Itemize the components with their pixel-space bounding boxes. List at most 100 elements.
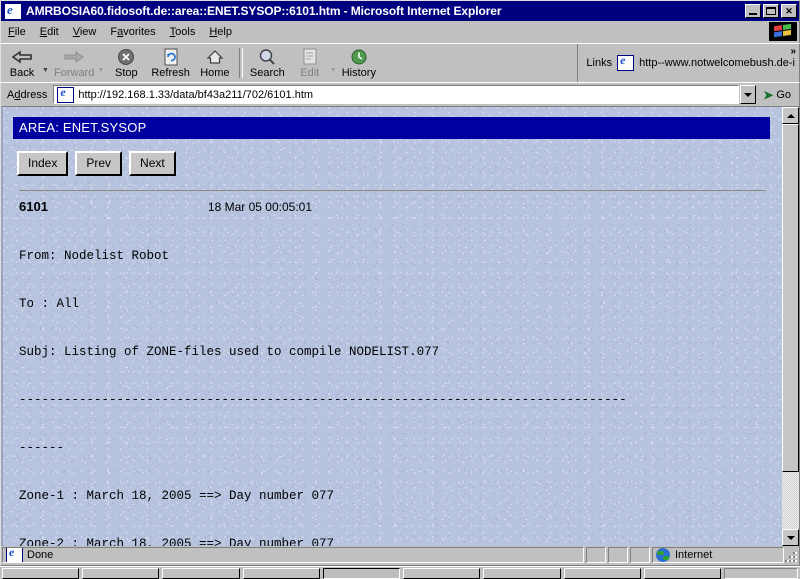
links-bar: Links http--www.notwelcomebush.de-i » — [577, 44, 799, 82]
stop-button[interactable]: Stop — [105, 44, 147, 80]
search-button[interactable]: Search — [246, 44, 289, 80]
scroll-up-arrow-icon — [786, 113, 795, 118]
taskbar-item[interactable] — [82, 568, 160, 579]
taskbar-item[interactable] — [162, 568, 240, 579]
taskbar — [0, 566, 800, 579]
message-line: From: Nodelist Robot — [19, 249, 170, 263]
taskbar-item[interactable] — [483, 568, 561, 579]
links-label: Links — [586, 57, 613, 69]
edit-button[interactable]: Edit — [289, 44, 331, 80]
chevron-down-icon — [744, 92, 753, 97]
message-line: Subj: Listing of ZONE-files used to comp… — [19, 345, 440, 359]
globe-icon — [656, 548, 670, 562]
taskbar-item[interactable] — [563, 568, 641, 579]
edit-dropdown-icon[interactable]: ▼ — [329, 53, 338, 74]
taskbar-item-active[interactable] — [322, 568, 401, 579]
go-arrow-icon: ➤ — [763, 87, 774, 102]
back-button[interactable]: Back — [1, 44, 43, 80]
history-button[interactable]: History — [338, 44, 380, 80]
status-bar: Done Internet — [0, 546, 800, 566]
toolbar-separator — [238, 48, 243, 78]
taskbar-item[interactable] — [643, 568, 721, 579]
refresh-icon — [163, 47, 179, 67]
message-date: 18 Mar 05 00:05:01 — [207, 200, 312, 214]
status-text: Done — [27, 549, 54, 561]
message-line: Zone-2 : March 18, 2005 ==> Day number 0… — [19, 537, 335, 546]
history-icon — [350, 47, 368, 67]
menu-item-edit[interactable]: Edit — [33, 24, 66, 40]
address-value: http://192.168.1.33/data/bf43a211/702/61… — [78, 88, 314, 101]
prev-button-top[interactable]: Prev — [75, 151, 123, 176]
message-line: Zone-1 : March 18, 2005 ==> Day number 0… — [19, 489, 335, 503]
taskbar-item[interactable] — [403, 568, 481, 579]
ie-document-icon — [617, 53, 635, 71]
message-line: ----------------------------------------… — [19, 393, 627, 407]
window-title: AMRBOSIA60.fidosoft.de::area::ENET.SYSOP… — [26, 4, 502, 18]
scroll-track[interactable] — [782, 124, 799, 529]
message-body: From: Nodelist Robot To : All Subj: List… — [13, 216, 770, 546]
security-zone-panel[interactable]: Internet — [652, 547, 784, 563]
home-button[interactable]: Home — [194, 44, 236, 80]
menu-item-favorites[interactable]: Favorites — [103, 24, 162, 40]
scroll-up-button[interactable] — [782, 107, 799, 124]
back-arrow-icon — [11, 47, 33, 67]
home-icon — [206, 47, 224, 67]
area-heading: AREA: ENET.SYSOP — [13, 117, 770, 139]
forward-arrow-icon — [63, 47, 85, 67]
close-button[interactable]: ✕ — [781, 4, 797, 18]
minimize-button[interactable] — [745, 4, 761, 18]
edit-label: Edit — [300, 66, 320, 79]
vertical-scroll-thumb[interactable] — [782, 124, 799, 473]
search-label: Search — [249, 66, 285, 79]
ie-document-icon — [6, 548, 23, 562]
address-input[interactable]: http://192.168.1.33/data/bf43a211/702/61… — [53, 85, 740, 104]
status-message-panel: Done — [2, 547, 584, 563]
menu-item-view[interactable]: View — [66, 24, 104, 40]
status-panel-c — [630, 547, 650, 563]
window-controls: ✕ — [745, 4, 797, 18]
address-dropdown-button[interactable] — [740, 85, 757, 104]
taskbar-item[interactable] — [242, 568, 320, 579]
status-panel-a — [586, 547, 606, 563]
link-item-notwelcomebush[interactable]: http--www.notwelcomebush.de-i — [639, 57, 795, 69]
menu-item-file[interactable]: File — [1, 24, 33, 40]
vertical-scrollbar[interactable] — [782, 106, 799, 546]
refresh-label: Refresh — [151, 66, 190, 79]
forward-label: Forward — [54, 66, 95, 79]
taskbar-tray[interactable] — [724, 568, 798, 579]
go-button[interactable]: ➤ Go — [756, 88, 797, 102]
next-button-top[interactable]: Next — [129, 151, 176, 176]
index-button-top[interactable]: Index — [17, 151, 69, 176]
scroll-down-arrow-icon — [786, 535, 795, 540]
security-zone-label: Internet — [675, 549, 713, 561]
refresh-button[interactable]: Refresh — [147, 44, 194, 80]
content-area: AREA: ENET.SYSOP Index Prev Next 6101 18… — [0, 106, 800, 546]
menu-item-help[interactable]: Help — [202, 24, 239, 40]
divider-top — [19, 190, 766, 191]
address-bar: Address http://192.168.1.33/data/bf43a21… — [0, 82, 800, 106]
message-number: 6101 — [19, 199, 48, 214]
navigation-toolbar: Back ▼ Forward ▼ Stop Refresh Home Searc… — [0, 43, 800, 82]
scroll-down-button[interactable] — [782, 529, 799, 546]
status-panel-b — [608, 547, 628, 563]
edit-icon — [302, 47, 318, 67]
forward-button[interactable]: Forward — [50, 44, 98, 80]
menu-item-tools[interactable]: Tools — [163, 24, 203, 40]
back-label: Back — [9, 66, 35, 79]
toolbar-overflow-icon[interactable]: » — [790, 46, 796, 57]
maximize-button[interactable] — [763, 4, 779, 18]
nav-buttons-top: Index Prev Next — [13, 141, 770, 182]
ie-document-icon — [57, 86, 75, 103]
taskbar-item[interactable] — [2, 568, 80, 579]
search-icon — [258, 47, 276, 67]
stop-label: Stop — [115, 66, 138, 79]
message-line: To : All — [19, 297, 80, 311]
forward-dropdown-icon[interactable]: ▼ — [96, 53, 105, 74]
web-page: AREA: ENET.SYSOP Index Prev Next 6101 18… — [1, 106, 782, 546]
title-bar: AMRBOSIA60.fidosoft.de::area::ENET.SYSOP… — [0, 0, 800, 21]
resize-grip[interactable] — [784, 549, 798, 563]
back-dropdown-icon[interactable]: ▼ — [41, 53, 50, 74]
message-header: 6101 18 Mar 05 00:05:01 — [13, 199, 770, 216]
stop-icon — [117, 47, 135, 67]
